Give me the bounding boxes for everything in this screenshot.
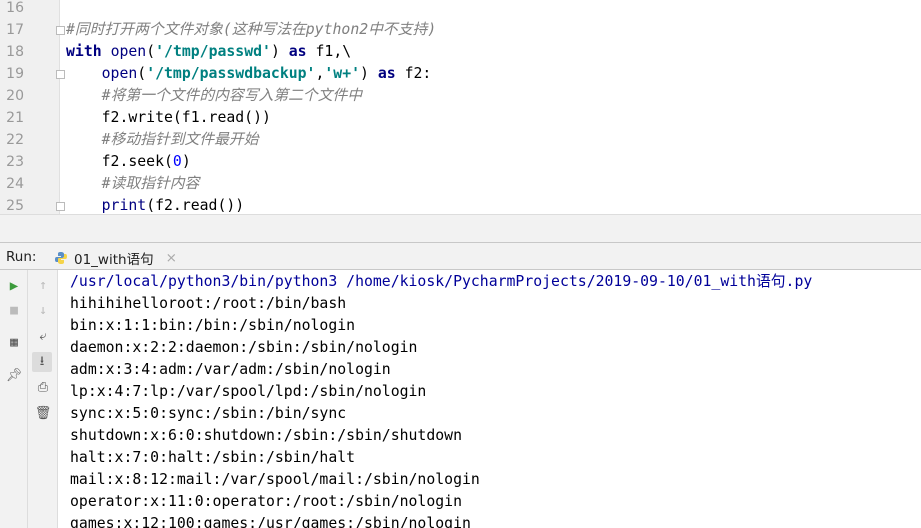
code-line: #将第一个文件的内容写入第二个文件中 xyxy=(66,85,362,107)
console-output[interactable]: /usr/local/python3/bin/python3 /home/kio… xyxy=(58,270,921,528)
line-number: 25 xyxy=(6,198,24,214)
fold-marker-icon[interactable] xyxy=(56,26,65,35)
trash-icon[interactable]: 🗑︎ xyxy=(33,404,53,424)
code-token: as xyxy=(377,65,396,82)
line-number: 18 xyxy=(6,44,24,60)
line-number: 24 xyxy=(6,176,24,192)
code-token: 0 xyxy=(172,153,182,170)
line-number: 20 xyxy=(6,88,24,104)
code-token: f1,\ xyxy=(306,43,352,60)
run-label: Run: xyxy=(6,249,37,265)
code-token: #移动指针到文件最开始 xyxy=(101,131,259,148)
code-line: with open('/tmp/passwd') as f1,\ xyxy=(66,41,351,63)
run-tab[interactable]: 01_with语句 × xyxy=(54,248,177,268)
rerun-play-icon[interactable]: ▶ xyxy=(4,276,24,296)
code-editor[interactable]: 1617181920212223242526 #同时打开两个文件对象(这种写法在… xyxy=(0,0,921,214)
code-token: '/tmp/passwd' xyxy=(155,43,271,60)
down-arrow-icon[interactable]: ↓ xyxy=(33,301,53,321)
code-line: #读取指针内容 xyxy=(66,173,200,195)
pin-icon[interactable]: 📌︎ xyxy=(4,366,24,386)
up-arrow-icon[interactable]: ↑ xyxy=(33,276,53,296)
line-number: 23 xyxy=(6,154,24,170)
code-token: 'w+' xyxy=(324,65,361,82)
line-number: 21 xyxy=(6,110,24,126)
code-token: open xyxy=(110,43,147,60)
close-tab-icon[interactable]: × xyxy=(166,250,177,266)
line-number: 19 xyxy=(6,66,24,82)
run-tab-label: 01_with语句 xyxy=(74,252,154,268)
run-toolwindow-header: Run: 01_with语句 × xyxy=(0,243,921,270)
code-token: print xyxy=(101,197,147,214)
code-token: ( xyxy=(137,65,147,82)
line-number-gutter: 1617181920212223242526 xyxy=(0,0,60,214)
console-line: adm:x:3:4:adm:/var/adm:/sbin/nologin xyxy=(70,361,391,378)
soft-wrap-icon[interactable]: ⤶ xyxy=(33,327,53,347)
console-line: shutdown:x:6:0:shutdown:/sbin:/sbin/shut… xyxy=(70,427,462,444)
console-line: bin:x:1:1:bin:/bin:/sbin/nologin xyxy=(70,317,356,334)
editor-bottom-strip xyxy=(0,214,921,243)
code-token: f2: xyxy=(395,65,432,82)
python-icon xyxy=(55,252,67,264)
code-token: #同时打开两个文件对象(这种写法在python2中不支持) xyxy=(66,21,437,38)
code-token: ( xyxy=(146,43,156,60)
fold-marker-icon[interactable] xyxy=(56,70,65,79)
run-toolbar-secondary: ↑ ↓ ⤶ ⭳ ⎙ 🗑︎ xyxy=(28,270,58,528)
code-line: open('/tmp/passwdbackup','w+') as f2: xyxy=(66,63,432,85)
code-token: as xyxy=(288,43,307,60)
code-token: f2.seek( xyxy=(66,153,173,170)
code-line: print(f2.read()) xyxy=(66,195,245,214)
console-line: halt:x:7:0:halt:/sbin:/sbin/halt xyxy=(70,449,356,466)
code-line: #同时打开两个文件对象(这种写法在python2中不支持) xyxy=(66,19,436,41)
code-line: f2.write(f1.read()) xyxy=(66,107,271,129)
code-line: #移动指针到文件最开始 xyxy=(66,129,259,151)
code-token: #读取指针内容 xyxy=(101,175,200,192)
code-token: ) xyxy=(270,43,289,60)
line-number: 17 xyxy=(6,22,24,38)
run-toolbar-primary: ▶ ■ ▦ 📌︎ xyxy=(0,270,28,528)
code-token: with xyxy=(66,43,102,60)
console-line: hihihihelloroot:/root:/bin/bash xyxy=(70,295,347,312)
scroll-to-end-icon[interactable]: ⭳ xyxy=(32,352,52,372)
console-line: operator:x:11:0:operator:/root:/sbin/nol… xyxy=(70,493,462,510)
code-token: (f2.read()) xyxy=(146,197,245,214)
line-number: 22 xyxy=(6,132,24,148)
code-token: '/tmp/passwdbackup' xyxy=(146,65,316,82)
console-line: mail:x:8:12:mail:/var/spool/mail:/sbin/n… xyxy=(70,471,480,488)
code-token: #将第一个文件的内容写入第二个文件中 xyxy=(101,87,363,104)
code-token: open xyxy=(101,65,138,82)
code-line: f2.seek(0) xyxy=(66,151,191,173)
console-line: daemon:x:2:2:daemon:/sbin:/sbin/nologin xyxy=(70,339,418,356)
print-icon[interactable]: ⎙ xyxy=(33,378,53,398)
code-token: ) xyxy=(181,153,191,170)
fold-marker-icon[interactable] xyxy=(56,202,65,211)
line-number: 16 xyxy=(6,0,24,16)
console-line: sync:x:5:0:sync:/sbin:/bin/sync xyxy=(70,405,347,422)
console-line: lp:x:4:7:lp:/var/spool/lpd:/sbin/nologin xyxy=(70,383,427,400)
stop-icon[interactable]: ■ xyxy=(4,301,24,321)
code-token: f2.write(f1.read()) xyxy=(66,109,271,126)
console-command-line: /usr/local/python3/bin/python3 /home/kio… xyxy=(70,273,813,290)
console-line: games:x:12:100:games:/usr/games:/sbin/no… xyxy=(70,515,471,528)
code-token: ) xyxy=(360,65,378,82)
layout-icon[interactable]: ▦ xyxy=(4,333,24,353)
